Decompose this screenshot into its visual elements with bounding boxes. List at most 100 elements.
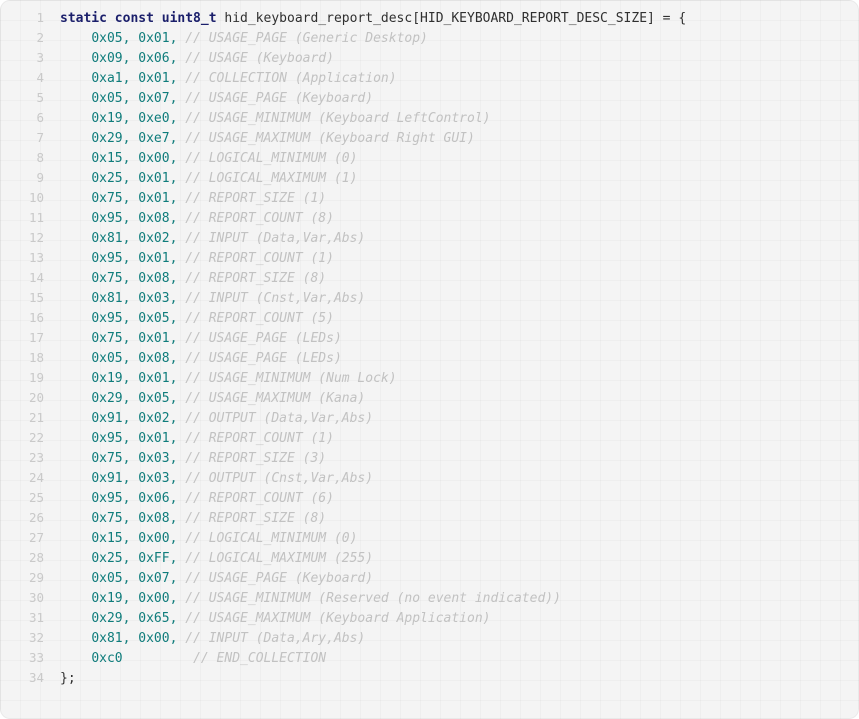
- token-num: 0x09: [91, 51, 123, 66]
- token-punct: ,: [122, 151, 139, 166]
- code-line: 22 0x95, 0x01, // REPORT_COUNT (1): [0, 428, 859, 448]
- code-line-content: 0x19, 0x01, // USAGE_MINIMUM (Num Lock): [44, 369, 859, 389]
- code-line: 7 0x29, 0xe7, // USAGE_MAXIMUM (Keyboard…: [0, 128, 859, 148]
- token-comment: // REPORT_SIZE (8): [185, 271, 327, 286]
- line-number: 28: [28, 550, 44, 565]
- token-comment: // REPORT_SIZE (8): [185, 511, 327, 526]
- code-line: 27 0x15, 0x00, // LOGICAL_MINIMUM (0): [0, 528, 859, 548]
- code-line: 11 0x95, 0x08, // REPORT_COUNT (8): [0, 208, 859, 228]
- code-line-content: 0x91, 0x03, // OUTPUT (Cnst,Var,Abs): [44, 469, 859, 489]
- code-line: 10 0x75, 0x01, // REPORT_SIZE (1): [0, 188, 859, 208]
- code-line-content: 0xc0 // END_COLLECTION: [44, 649, 859, 669]
- token-punct: ,: [122, 91, 139, 106]
- code-line-content: 0x19, 0x00, // USAGE_MINIMUM (Reserved (…: [44, 589, 859, 609]
- line-number: 29: [28, 570, 44, 585]
- token-num: 0x19: [91, 591, 123, 606]
- token-num: 0x05: [138, 311, 170, 326]
- code-line-content: 0x29, 0x05, // USAGE_MAXIMUM (Kana): [44, 389, 859, 409]
- code-line-content: static const uint8_t hid_keyboard_report…: [44, 9, 859, 29]
- token-num: 0x15: [91, 151, 123, 166]
- token-num: 0x75: [91, 271, 123, 286]
- token-num: 0x06: [138, 51, 170, 66]
- token-punct: ,: [122, 51, 139, 66]
- line-number: 2: [36, 30, 44, 45]
- token-comment: // LOGICAL_MINIMUM (0): [185, 151, 358, 166]
- token-punct: ,: [122, 471, 139, 486]
- code-line: 20 0x29, 0x05, // USAGE_MAXIMUM (Kana): [0, 388, 859, 408]
- token-punct: ,: [122, 371, 139, 386]
- code-line: 12 0x81, 0x02, // INPUT (Data,Var,Abs): [0, 228, 859, 248]
- token-punct: ,: [169, 311, 186, 326]
- token-num: 0x29: [91, 391, 123, 406]
- code-line: 29 0x05, 0x07, // USAGE_PAGE (Keyboard): [0, 568, 859, 588]
- code-line: 15 0x81, 0x03, // INPUT (Cnst,Var,Abs): [0, 288, 859, 308]
- token-plain: };: [60, 671, 76, 686]
- token-num: 0x29: [91, 131, 123, 146]
- code-line-content: 0x75, 0x08, // REPORT_SIZE (8): [44, 269, 859, 289]
- token-num: 0x08: [138, 211, 170, 226]
- token-num: 0x07: [138, 91, 170, 106]
- line-number: 26: [28, 510, 44, 525]
- token-punct: ,: [169, 411, 186, 426]
- token-num: 0x29: [91, 611, 123, 626]
- token-punct: ,: [122, 391, 139, 406]
- token-num: 0x00: [138, 591, 170, 606]
- code-line: 16 0x95, 0x05, // REPORT_COUNT (5): [0, 308, 859, 328]
- code-line: 3 0x09, 0x06, // USAGE (Keyboard): [0, 48, 859, 68]
- token-punct: ,: [169, 71, 186, 86]
- token-num: 0x81: [91, 291, 123, 306]
- code-line-content: 0x95, 0x08, // REPORT_COUNT (8): [44, 209, 859, 229]
- code-line-content: 0x95, 0x06, // REPORT_COUNT (6): [44, 489, 859, 509]
- code-line: 6 0x19, 0xe0, // USAGE_MINIMUM (Keyboard…: [0, 108, 859, 128]
- line-number: 23: [28, 450, 44, 465]
- token-comment: // REPORT_COUNT (1): [185, 251, 334, 266]
- token-punct: ,: [122, 431, 139, 446]
- code-line: 17 0x75, 0x01, // USAGE_PAGE (LEDs): [0, 328, 859, 348]
- token-comment: // USAGE_MINIMUM (Keyboard LeftControl): [185, 111, 491, 126]
- token-punct: ,: [169, 431, 186, 446]
- line-number: 3: [36, 50, 44, 65]
- line-number: 24: [28, 470, 44, 485]
- line-number: 27: [28, 530, 44, 545]
- token-punct: ,: [122, 271, 139, 286]
- code-line-content: 0x95, 0x01, // REPORT_COUNT (1): [44, 249, 859, 269]
- token-num: 0x19: [91, 371, 123, 386]
- token-num: 0x95: [91, 431, 123, 446]
- code-line: 24 0x91, 0x03, // OUTPUT (Cnst,Var,Abs): [0, 468, 859, 488]
- token-comment: // COLLECTION (Application): [185, 71, 397, 86]
- line-number: 31: [28, 610, 44, 625]
- token-comment: // INPUT (Data,Ary,Abs): [185, 631, 366, 646]
- token-num: 0x00: [138, 631, 170, 646]
- token-comment: // OUTPUT (Cnst,Var,Abs): [185, 471, 374, 486]
- code-line-content: 0x25, 0x01, // LOGICAL_MAXIMUM (1): [44, 169, 859, 189]
- code-line: 28 0x25, 0xFF, // LOGICAL_MAXIMUM (255): [0, 548, 859, 568]
- token-punct: ,: [122, 251, 139, 266]
- token-punct: ,: [169, 451, 186, 466]
- line-number: 22: [28, 430, 44, 445]
- line-number: 11: [28, 210, 44, 225]
- code-line-content: 0x95, 0x05, // REPORT_COUNT (5): [44, 309, 859, 329]
- token-punct: ,: [122, 491, 139, 506]
- token-num: 0x65: [138, 611, 170, 626]
- code-line-content: 0x29, 0xe7, // USAGE_MAXIMUM (Keyboard R…: [44, 129, 859, 149]
- token-punct: ,: [122, 111, 139, 126]
- token-comment: // REPORT_COUNT (6): [185, 491, 334, 506]
- token-comment: // REPORT_SIZE (3): [185, 451, 327, 466]
- line-number: 19: [28, 370, 44, 385]
- token-comment: // REPORT_SIZE (1): [185, 191, 327, 206]
- code-line: 25 0x95, 0x06, // REPORT_COUNT (6): [0, 488, 859, 508]
- code-line-content: 0x09, 0x06, // USAGE (Keyboard): [44, 49, 859, 69]
- code-line-content: 0x25, 0xFF, // LOGICAL_MAXIMUM (255): [44, 549, 859, 569]
- code-line-content: 0x15, 0x00, // LOGICAL_MINIMUM (0): [44, 529, 859, 549]
